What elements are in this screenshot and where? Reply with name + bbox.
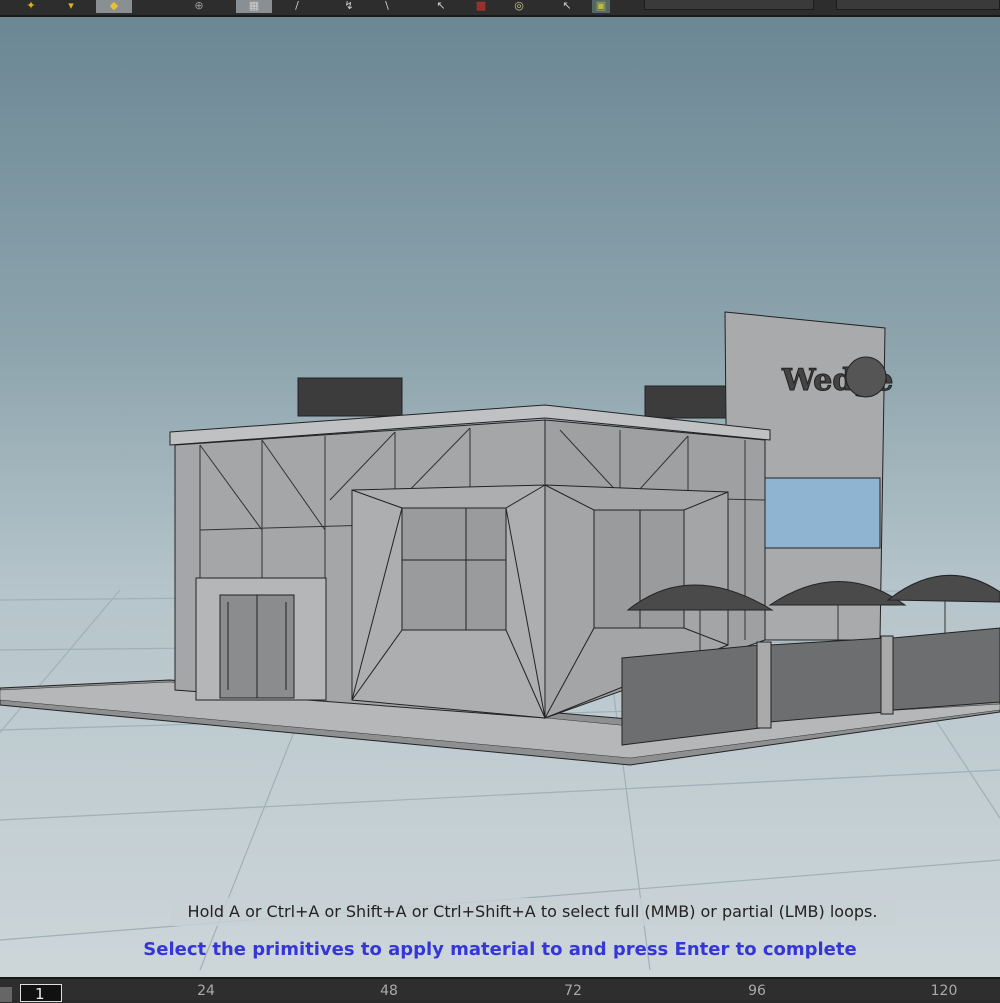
knife-icon[interactable]: \	[378, 0, 396, 13]
dropdown-field[interactable]	[644, 0, 814, 10]
arrow-icon[interactable]: ↖	[432, 0, 450, 13]
frame-tick: 48	[380, 983, 398, 999]
pose-icon[interactable]: ▾	[62, 0, 80, 13]
frame-tick: 120	[930, 983, 958, 999]
pen-icon[interactable]: ↯	[340, 0, 358, 13]
operation-prompt: Select the primitives to apply material …	[143, 939, 857, 960]
grid-icon[interactable]: ▦	[236, 0, 272, 13]
dropdown-field-2[interactable]	[836, 0, 1000, 10]
brush-icon[interactable]: /	[288, 0, 306, 13]
arrow-icon[interactable]: ↖	[558, 0, 576, 13]
frame-tick: 96	[748, 983, 766, 999]
toolbar: ✦ ▾ ◆ ⊕ ▦ / ↯ \ ↖ ▩ ◎ ↖ ▣	[0, 0, 1000, 17]
selection-hint: Hold A or Ctrl+A or Shift+A or Ctrl+Shif…	[170, 898, 895, 926]
scene-geometry: Wedge	[0, 311, 1000, 971]
display-icon[interactable]: ▣	[592, 0, 610, 13]
snap-icon[interactable]: ⊕	[190, 0, 208, 13]
handle-icon[interactable]: ◆	[96, 0, 132, 13]
material-icon[interactable]: ▩	[472, 0, 490, 13]
current-frame-field[interactable]: 1	[20, 984, 62, 1003]
timeline[interactable]: 1 24 48 72 96 120	[0, 977, 1000, 1003]
frame-tick: 24	[197, 983, 215, 999]
frame-tick: 72	[564, 983, 582, 999]
3d-viewport[interactable]: Wedge Hold A or Ctrl+A or Shift+A or Ctr…	[0, 17, 1000, 977]
select-icon[interactable]: ✦	[22, 0, 40, 13]
render-icon[interactable]: ◎	[510, 0, 528, 13]
